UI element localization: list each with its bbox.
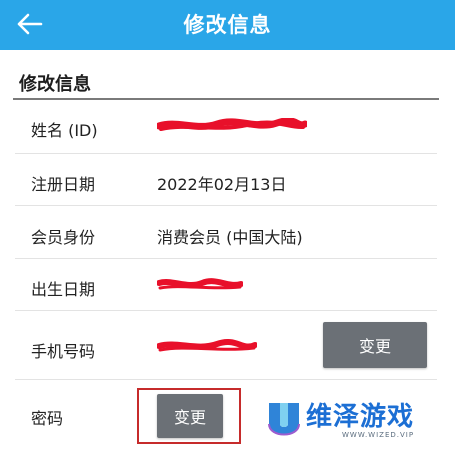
row-divider xyxy=(15,379,437,380)
row-divider xyxy=(15,310,437,311)
phone-label: 手机号码 xyxy=(31,342,96,361)
register-date-label: 注册日期 xyxy=(31,175,96,194)
phone-value-redacted xyxy=(157,339,257,355)
watermark-subtext: WWW.WIZED.VIP xyxy=(342,431,415,439)
section-divider xyxy=(13,98,439,100)
birth-date-label: 出生日期 xyxy=(31,280,96,299)
shield-u-icon xyxy=(268,403,300,436)
watermark: 维泽游戏 WWW.WIZED.VIP xyxy=(266,398,446,446)
page-title: 修改信息 xyxy=(183,13,272,37)
password-label: 密码 xyxy=(31,409,64,428)
change-password-button[interactable]: 变更 xyxy=(157,394,223,438)
top-bar: 修改信息 xyxy=(0,0,455,50)
change-phone-button[interactable]: 变更 xyxy=(323,322,427,368)
membership-value: 消费会员 (中国大陆) xyxy=(157,228,303,247)
register-date-value: 2022年02月13日 xyxy=(157,175,287,194)
watermark-text: 维泽游戏 xyxy=(306,402,415,432)
row-divider xyxy=(15,258,437,259)
name-id-label: 姓名 (ID) xyxy=(31,121,98,140)
row-divider xyxy=(15,205,437,206)
birth-date-value-redacted xyxy=(157,277,243,293)
row-divider xyxy=(15,153,437,154)
section-title: 修改信息 xyxy=(19,74,91,95)
membership-label: 会员身份 xyxy=(31,228,96,247)
name-id-value-redacted xyxy=(157,118,307,134)
